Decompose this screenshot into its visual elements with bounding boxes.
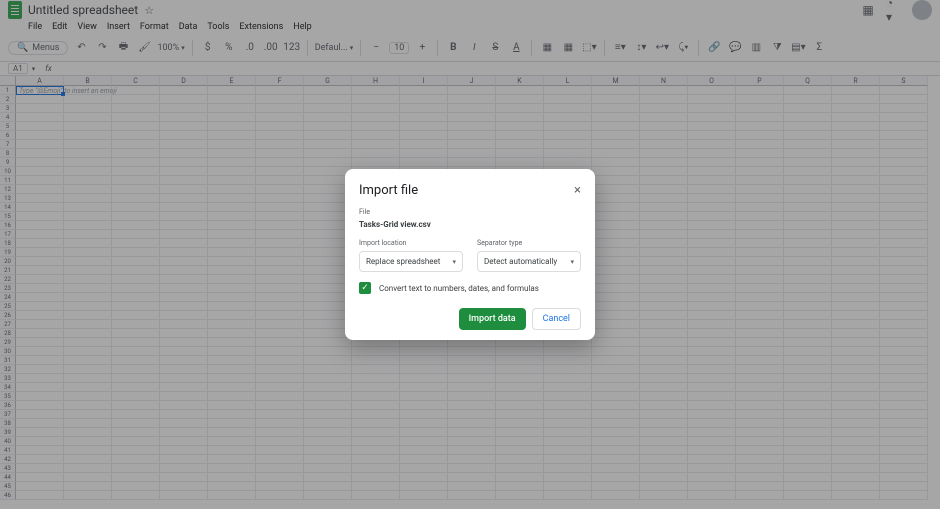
dialog-title: Import file [359,183,418,198]
file-label: File [359,208,581,216]
separator-type-value: Detect automatically [484,257,557,266]
close-icon[interactable]: × [574,183,581,198]
import-file-dialog: Import file × File Tasks-Grid view.csv I… [345,169,595,340]
import-location-select[interactable]: Replace spreadsheet ▾ [359,251,463,272]
separator-type-label: Separator type [477,239,581,247]
cancel-button[interactable]: Cancel [532,308,581,330]
convert-checkbox[interactable]: ✓ [359,282,371,294]
modal-overlay: Import file × File Tasks-Grid view.csv I… [0,0,940,509]
chevron-down-icon: ▾ [452,258,456,266]
import-location-label: Import location [359,239,463,247]
file-name: Tasks-Grid view.csv [359,220,581,229]
chevron-down-icon: ▾ [570,258,574,266]
import-location-value: Replace spreadsheet [366,257,440,266]
import-data-button[interactable]: Import data [459,308,526,330]
convert-label: Convert text to numbers, dates, and form… [379,284,539,293]
separator-type-select[interactable]: Detect automatically ▾ [477,251,581,272]
